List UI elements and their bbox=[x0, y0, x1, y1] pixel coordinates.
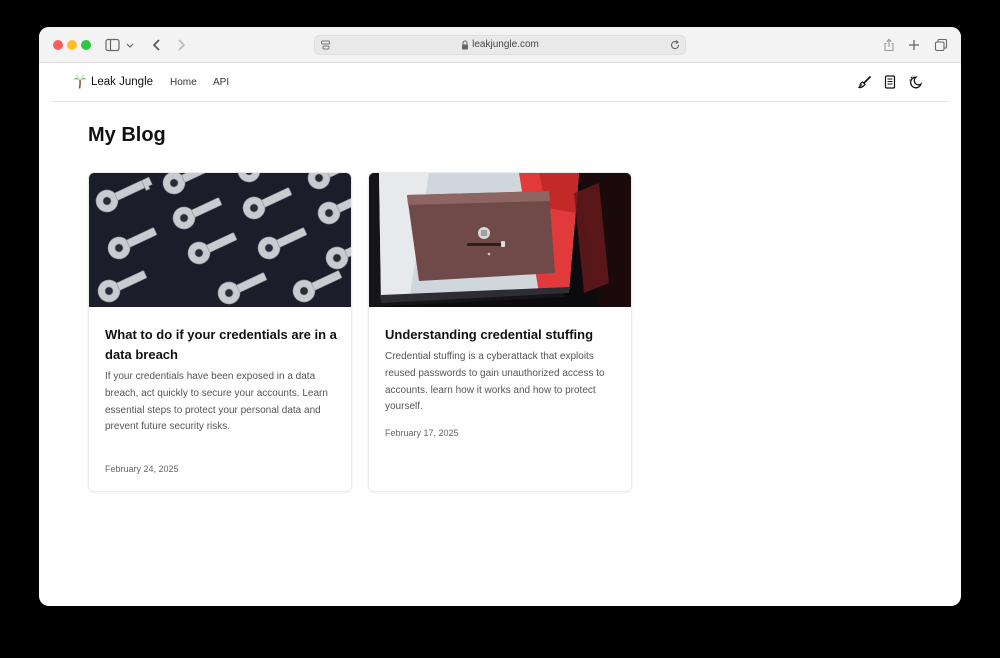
new-tab-button[interactable] bbox=[905, 36, 923, 54]
tabs-icon bbox=[934, 38, 948, 52]
reload-icon bbox=[670, 40, 680, 50]
brand-name: Leak Jungle bbox=[91, 75, 154, 88]
plus-icon bbox=[909, 40, 919, 50]
address-bar[interactable]: leakjungle.com bbox=[314, 35, 686, 55]
post-title[interactable]: What to do if your credentials are in a … bbox=[105, 325, 341, 365]
post-date: February 24, 2025 bbox=[105, 464, 179, 474]
lock-icon bbox=[462, 40, 469, 49]
post-description: If your credentials have been exposed in… bbox=[105, 371, 328, 433]
theme-customize-button[interactable] bbox=[857, 74, 873, 90]
forward-button[interactable] bbox=[172, 36, 190, 54]
post-date: February 17, 2025 bbox=[385, 428, 459, 438]
url-text: leakjungle.com bbox=[472, 39, 539, 50]
share-icon bbox=[884, 38, 894, 52]
sidebar-icon bbox=[105, 38, 134, 52]
browser-window: leakjungle.com Leak Jungle Home API My B… bbox=[39, 27, 961, 606]
post-title[interactable]: Understanding credential stuffing bbox=[385, 325, 621, 345]
minimize-window-button[interactable] bbox=[67, 40, 77, 50]
site-header: Leak Jungle Home API bbox=[51, 63, 949, 102]
nav-link-home[interactable]: Home bbox=[170, 77, 197, 88]
post-description: Credential stuffing is a cyberattack tha… bbox=[385, 351, 605, 413]
maximize-window-button[interactable] bbox=[81, 40, 91, 50]
chevron-right-icon bbox=[178, 39, 186, 51]
close-window-button[interactable] bbox=[53, 40, 63, 50]
keys-photo bbox=[89, 173, 351, 307]
docs-button[interactable] bbox=[882, 74, 898, 90]
chevron-left-icon bbox=[152, 39, 160, 51]
tab-overview-button[interactable] bbox=[932, 36, 950, 54]
sidebar-toggle-button[interactable] bbox=[105, 36, 135, 54]
document-icon bbox=[884, 75, 896, 89]
share-button[interactable] bbox=[880, 36, 898, 54]
palm-tree-icon bbox=[73, 75, 87, 89]
page-title: My Blog bbox=[88, 124, 166, 146]
laptop-photo bbox=[369, 173, 631, 307]
brush-icon bbox=[858, 75, 872, 89]
browser-toolbar: leakjungle.com bbox=[39, 27, 961, 63]
nav-link-api[interactable]: API bbox=[213, 77, 229, 88]
theme-toggle-button[interactable] bbox=[907, 74, 923, 90]
blog-post-card[interactable]: What to do if your credentials are in a … bbox=[88, 172, 352, 492]
back-button[interactable] bbox=[148, 36, 166, 54]
theme-toggle-icon bbox=[908, 75, 922, 88]
brand-link[interactable]: Leak Jungle bbox=[73, 74, 153, 89]
blog-post-card[interactable]: Understanding credential stuffing Creden… bbox=[368, 172, 632, 492]
